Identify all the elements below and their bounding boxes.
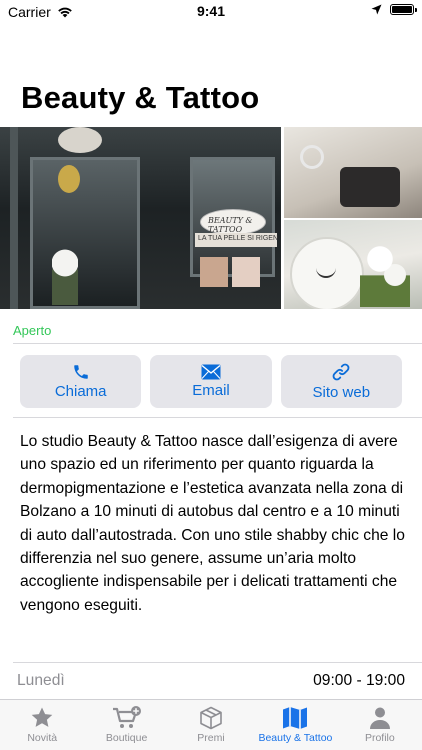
gallery-photo-interior[interactable]: [284, 127, 422, 218]
gallery-photo-main[interactable]: BEAUTY & TATTOO LA TUA PELLE SI RIGEN: [0, 127, 281, 309]
tab-premi-label: Premi: [197, 732, 225, 744]
shop-logo-text: BEAUTY & TATTOO: [208, 216, 253, 234]
divider-hours: [13, 662, 422, 663]
divider-actions: [13, 417, 422, 418]
hours-day: Lunedì: [17, 672, 65, 689]
call-button[interactable]: Chiama: [20, 355, 142, 408]
location-arrow-icon: [371, 4, 382, 15]
link-icon: [332, 363, 350, 381]
cart-icon: [112, 706, 141, 728]
tab-premi[interactable]: Premi: [169, 700, 253, 750]
shop-banner-text: LA TUA PELLE SI RIGEN: [198, 235, 279, 242]
website-button[interactable]: Sito web: [280, 355, 402, 408]
tab-beauty-tattoo[interactable]: Beauty & Tattoo: [253, 700, 337, 750]
hours-row: Lunedì 09:00 - 19:00: [17, 672, 405, 690]
phone-icon: [73, 365, 88, 379]
page-title: Beauty & Tattoo: [21, 80, 260, 115]
website-button-label: Sito web: [312, 384, 371, 401]
tab-boutique[interactable]: Boutique: [84, 700, 168, 750]
email-button[interactable]: Email: [150, 355, 272, 408]
tab-boutique-label: Boutique: [105, 732, 148, 744]
star-icon: [31, 707, 53, 727]
status-bar: Carrier 9:41: [0, 0, 422, 22]
shop-sign: [58, 127, 102, 153]
gallery-photo-decor[interactable]: [284, 220, 422, 309]
tab-profilo[interactable]: Profilo: [338, 700, 422, 750]
action-buttons: Chiama Email Sito web: [20, 355, 402, 408]
description-text: Lo studio Beauty & Tattoo nasce dall’esi…: [20, 433, 405, 614]
clock: 9:41: [196, 3, 226, 19]
mail-icon: [201, 364, 221, 380]
person-icon: [369, 707, 390, 729]
battery-icon: [390, 4, 417, 15]
tab-novita-label: Novità: [27, 732, 58, 744]
photo-gallery[interactable]: BEAUTY & TATTOO LA TUA PELLE SI RIGEN: [0, 127, 422, 309]
call-button-label: Chiama: [54, 383, 107, 400]
open-status: Aperto: [13, 323, 52, 338]
tab-profilo-label: Profilo: [364, 732, 395, 744]
map-icon: [283, 707, 308, 729]
email-button-label: Email: [192, 382, 230, 399]
hours-time: 09:00 - 19:00: [313, 672, 405, 689]
status-right: [371, 4, 417, 15]
tab-novita[interactable]: Novità: [0, 700, 84, 750]
tab-beauty-tattoo-label: Beauty & Tattoo: [258, 732, 333, 744]
box-icon: [200, 706, 222, 730]
tab-bar: Novità Boutique Premi Beauty & Tattoo Pr…: [0, 699, 422, 750]
divider-top: [13, 343, 422, 344]
